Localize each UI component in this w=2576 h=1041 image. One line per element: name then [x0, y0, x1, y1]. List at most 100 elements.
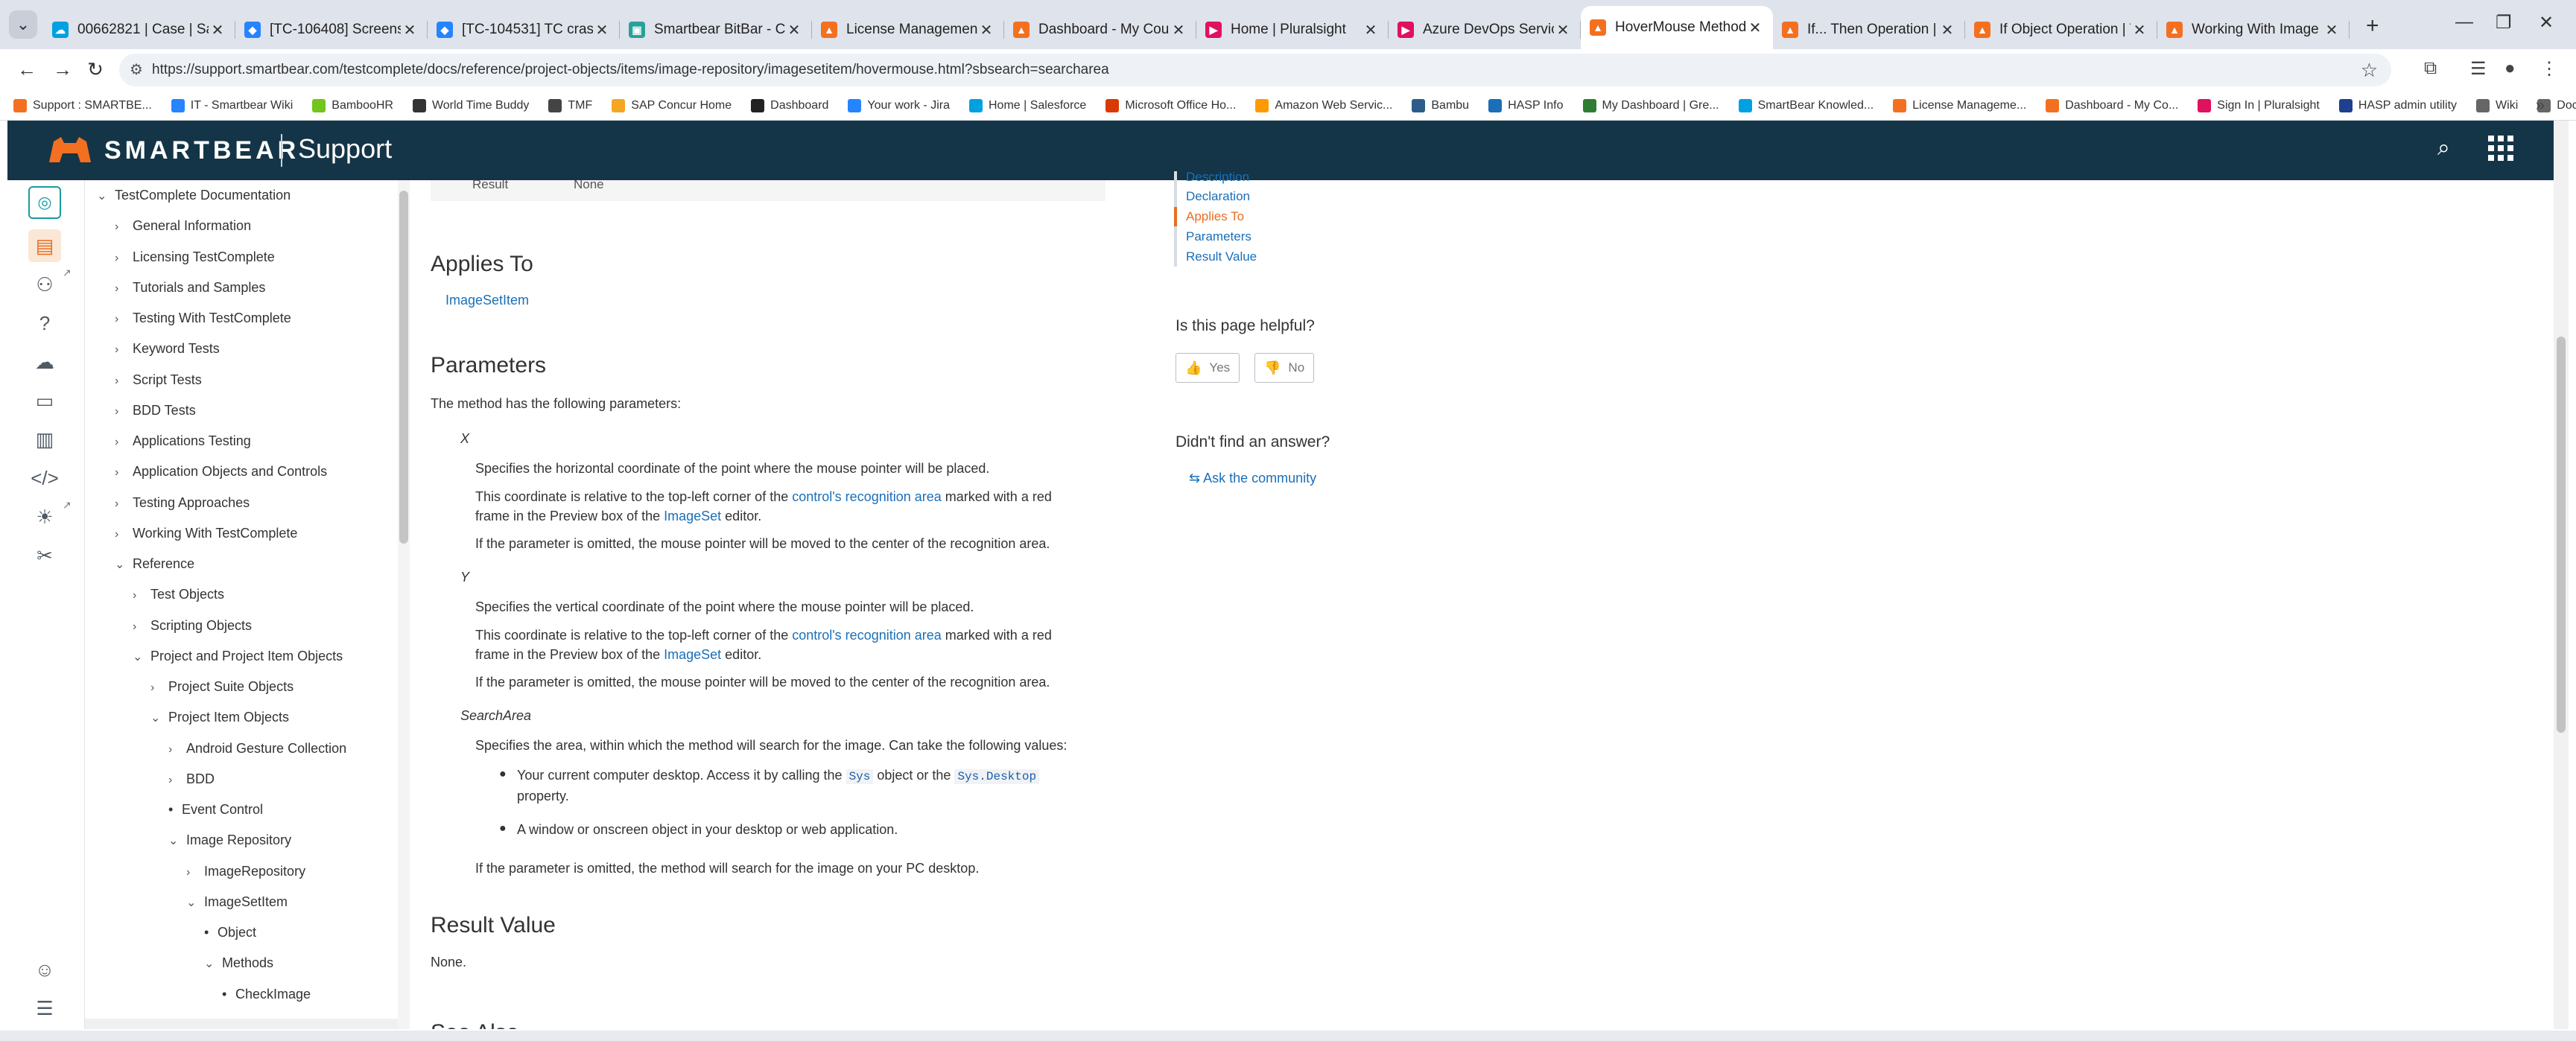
minimize-icon[interactable]: — — [2455, 12, 2473, 33]
toc-item-label[interactable]: TestComplete Documentation — [115, 188, 291, 203]
recognition-area-link[interactable]: control's recognition area — [792, 489, 942, 504]
toc-item-label[interactable]: ImageRepository — [204, 864, 305, 879]
browser-tab[interactable]: ▶ Azure DevOps Services Fo✕ — [1389, 10, 1581, 49]
otp-link-description[interactable]: Description — [1186, 170, 1249, 185]
tab-close-icon[interactable]: ✕ — [785, 21, 803, 39]
toc-item-label[interactable]: Reference — [133, 556, 194, 571]
toc-item-label[interactable]: Object — [218, 925, 256, 940]
toc-item[interactable]: ⌄ TestComplete Documentation — [97, 188, 291, 203]
browser-tab[interactable]: ▲ Working With Image Sets✕ — [2157, 10, 2350, 49]
toc-item[interactable]: ⌄ Project and Project Item Objects — [133, 649, 343, 664]
toc-item[interactable]: › BDD — [168, 771, 215, 787]
chevron-right-icon[interactable]: › — [115, 405, 133, 418]
bookmark-item[interactable]: SAP Concur Home — [612, 98, 732, 112]
bookmark-item[interactable]: HASP admin utility — [2338, 98, 2457, 112]
otp-link-parameters[interactable]: Parameters — [1186, 229, 1251, 244]
toc-item[interactable]: › ImageRepository — [186, 864, 305, 879]
tab-close-icon[interactable]: ✕ — [401, 21, 419, 39]
chevron-down-icon[interactable]: ⌄ — [168, 833, 186, 848]
chevron-right-icon[interactable]: › — [168, 743, 186, 757]
toc-item-label[interactable]: General Information — [133, 218, 251, 233]
imageset-link[interactable]: ImageSet — [664, 509, 721, 523]
toc-item[interactable]: › Script Tests — [115, 372, 202, 388]
toc-item[interactable]: › Project Suite Objects — [150, 679, 294, 695]
profile-avatar[interactable]: ● — [2504, 58, 2516, 79]
toc-item[interactable]: • CheckImage — [222, 987, 311, 1002]
browser-tab[interactable]: ▲ HoverMouse Method (Ima✕ — [1581, 6, 1773, 49]
toc-item[interactable]: › Applications Testing — [115, 433, 251, 449]
toc-scrollbar[interactable] — [398, 180, 410, 1029]
bookmark-item[interactable]: IT - Smartbear Wiki — [171, 98, 293, 112]
toc-item[interactable]: ⌄ Project Item Objects — [150, 710, 289, 725]
help-icon[interactable]: ? — [28, 307, 61, 340]
more-menu-icon[interactable]: ⋮ — [2540, 58, 2558, 80]
tab-close-icon[interactable]: ✕ — [2323, 21, 2341, 39]
chevron-right-icon[interactable]: › — [115, 343, 133, 357]
tab-close-icon[interactable]: ✕ — [1362, 21, 1380, 39]
browser-tab[interactable]: ▲ License Management | Sm✕ — [812, 10, 1004, 49]
bookmark-item[interactable]: Bambu — [1412, 98, 1469, 112]
bookmark-item[interactable]: Amazon Web Servic... — [1255, 98, 1392, 112]
applies-to-link[interactable]: ImageSetItem — [445, 293, 529, 308]
url-text[interactable]: https://support.smartbear.com/testcomple… — [152, 62, 1109, 78]
toc-item[interactable]: › Test Objects — [133, 587, 224, 602]
close-window-icon[interactable]: ✕ — [2539, 12, 2554, 34]
toc-item[interactable]: › Application Objects and Controls — [115, 464, 327, 480]
chevron-down-icon[interactable]: ⌄ — [97, 188, 115, 203]
chevron-right-icon[interactable]: › — [115, 375, 133, 388]
toc-item-label[interactable]: Project Suite Objects — [168, 679, 294, 694]
toc-item-label[interactable]: Methods — [222, 955, 273, 970]
tab-close-icon[interactable]: ✕ — [209, 21, 226, 39]
toc-item-label[interactable]: Keyword Tests — [133, 341, 220, 356]
bookmark-star-icon[interactable]: ☆ — [2361, 59, 2378, 82]
support-agent-icon[interactable]: ☺ — [28, 953, 61, 986]
chevron-right-icon[interactable]: › — [115, 252, 133, 265]
toc-item-label[interactable]: ImageSetItem — [204, 894, 288, 909]
toc-item[interactable]: ⌄ Reference — [115, 556, 194, 572]
chevron-right-icon[interactable]: › — [115, 497, 133, 511]
chevron-down-icon[interactable]: ⌄ — [186, 895, 204, 910]
chevron-right-icon[interactable]: › — [115, 220, 133, 234]
tab-close-icon[interactable]: ✕ — [1746, 19, 1764, 37]
back-icon[interactable]: ← — [13, 58, 40, 81]
toc-item-label[interactable]: CheckImage — [235, 987, 311, 1002]
chevron-down-icon[interactable]: ⌄ — [115, 557, 133, 572]
cloud-download-icon[interactable]: ☁ — [28, 346, 61, 378]
chevron-right-icon[interactable]: › — [186, 866, 204, 879]
toc-item-label[interactable]: Testing With TestComplete — [133, 311, 291, 325]
toc-item-label[interactable]: BDD — [186, 771, 215, 786]
page-scrollbar[interactable] — [2554, 121, 2569, 1029]
no-button[interactable]: 👎 No — [1254, 353, 1315, 383]
toc-scrollbar-thumb[interactable] — [399, 191, 408, 544]
browser-tab[interactable]: ▲ If... Then Operation | Testi✕ — [1773, 10, 1965, 49]
chevron-right-icon[interactable]: › — [133, 620, 150, 634]
browser-tab[interactable]: ☁ 00662821 | Case | Salesforce✕ — [43, 10, 235, 49]
bookmark-item[interactable]: SmartBear Knowled... — [1738, 98, 1874, 112]
toc-item-label[interactable]: Tutorials and Samples — [133, 280, 265, 295]
browser-tab[interactable]: ▶ Home | Pluralsight ✕ — [1196, 10, 1389, 49]
apps-grid-icon[interactable] — [2488, 136, 2513, 161]
chevron-right-icon[interactable]: › — [115, 466, 133, 480]
toc-item-label[interactable]: Script Tests — [133, 372, 202, 387]
otp-link-result-value[interactable]: Result Value — [1186, 249, 1257, 264]
toc-item-label[interactable]: Test Objects — [150, 587, 224, 602]
brand-name[interactable]: SMARTBEAR — [104, 136, 299, 165]
bookmark-item[interactable]: License Manageme... — [1893, 98, 2026, 112]
address-bar[interactable]: ⚙ https://support.smartbear.com/testcomp… — [119, 54, 2391, 86]
bookmark-item[interactable]: Home | Salesforce — [968, 98, 1086, 112]
bookmark-item[interactable]: World Time Buddy — [412, 98, 529, 112]
chevron-right-icon[interactable]: › — [115, 282, 133, 296]
bookmark-item[interactable]: Wiki — [2476, 98, 2518, 112]
toc-item[interactable]: ⌄ ImageSetItem — [186, 894, 288, 910]
browser-tab[interactable]: ◆ [TC-104531] TC crashes w✕ — [428, 10, 620, 49]
toc-item[interactable]: › Android Gesture Collection — [168, 741, 346, 757]
toc-item[interactable]: ⌄ Methods — [204, 955, 273, 971]
tab-close-icon[interactable]: ✕ — [977, 21, 995, 39]
tab-close-icon[interactable]: ✕ — [1554, 21, 1572, 39]
toc-item[interactable]: • Object — [204, 925, 256, 940]
browser-tab[interactable]: ▲ If Object Operation | Test✕ — [1965, 10, 2157, 49]
toc-item-label[interactable]: Project and Project Item Objects — [150, 649, 343, 663]
code-icon[interactable]: </> — [28, 462, 61, 494]
toc-item[interactable]: › General Information — [115, 218, 251, 234]
imageset-link[interactable]: ImageSet — [664, 647, 721, 662]
